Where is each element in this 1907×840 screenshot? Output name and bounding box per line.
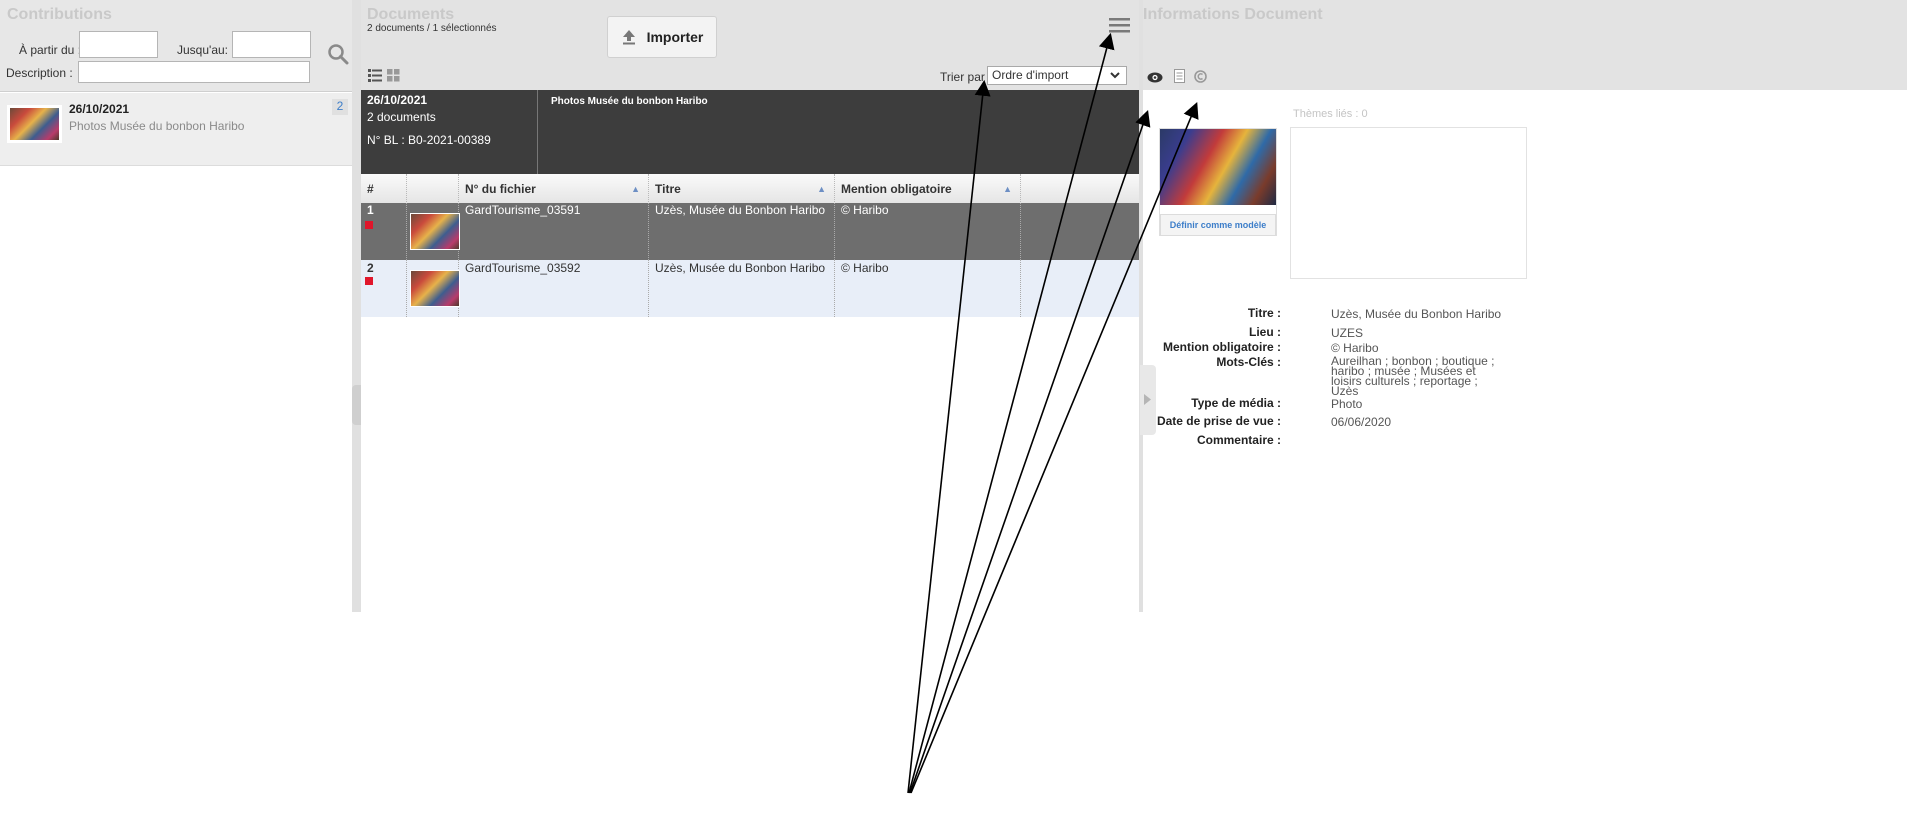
row-file-number: GardTourisme_03591 (459, 203, 649, 260)
contribution-count-badge: 2 (332, 99, 348, 115)
eye-icon[interactable] (1147, 72, 1163, 83)
col-header-title[interactable]: Titre ▲ (649, 174, 835, 204)
collapse-panel-tab[interactable] (1140, 365, 1156, 435)
documents-table-header: # N° du fichier ▲ Titre ▲ Mention obliga… (361, 174, 1139, 204)
chevron-right-icon (1144, 394, 1151, 405)
contribution-thumbnail (7, 105, 62, 143)
import-button-label: Importer (646, 29, 704, 45)
row-mention: © Haribo (835, 260, 1021, 317)
row-thumbnail (410, 270, 460, 307)
left-splitter[interactable] (352, 0, 361, 612)
sort-icon[interactable]: ▲ (631, 174, 640, 204)
info-field-key: Mention obligatoire : (1163, 340, 1281, 354)
summary-bl-number: N° BL : B0-2021-00389 (367, 133, 491, 147)
chevron-down-icon (1110, 72, 1120, 79)
info-field-key: Commentaire : (1196, 433, 1281, 447)
summary-date: 26/10/2021 (367, 93, 428, 107)
menu-icon[interactable] (1109, 17, 1131, 33)
set-as-model-button[interactable]: Définir comme modèle (1160, 214, 1276, 236)
upload-icon (622, 30, 635, 45)
col-header-mention[interactable]: Mention obligatoire ▲ (835, 174, 1021, 204)
search-icon[interactable] (327, 43, 349, 65)
info-field-value: UZES (1331, 326, 1364, 340)
row-number: 1 (361, 203, 407, 260)
info-field-value: Uzès, Musée du Bonbon Haribo (1331, 307, 1502, 321)
import-button[interactable]: Importer (607, 16, 717, 58)
row-mention: © Haribo (835, 203, 1021, 260)
info-field-value: 06/06/2020 (1331, 415, 1392, 429)
row-title: Uzès, Musée du Bonbon Haribo (649, 203, 835, 260)
linked-themes-label: Thèmes liés : 0 (1293, 108, 1368, 120)
sort-select[interactable]: Ordre d'import (987, 66, 1127, 85)
linked-themes-box (1290, 127, 1527, 279)
right-splitter[interactable] (1139, 0, 1143, 612)
status-flag (365, 277, 373, 285)
summary-count: 2 documents (367, 110, 436, 124)
document-batch-summary[interactable] (361, 90, 1139, 174)
row-title: Uzès, Musée du Bonbon Haribo (649, 260, 835, 317)
contributions-title: Contributions (7, 6, 112, 23)
to-date-label: Jusqu'au: (177, 43, 228, 57)
left-splitter-handle[interactable] (352, 385, 361, 425)
info-field-key: Mots-Clés : (1216, 355, 1281, 369)
table-row[interactable]: 2 GardTourisme_03592 Uzès, Musée du Bonb… (361, 260, 1139, 317)
list-view-icon[interactable] (368, 69, 382, 82)
info-field-key: Date de prise de vue : (1156, 414, 1281, 428)
contribution-date: 26/10/2021 (69, 102, 130, 116)
description-label: Description : (6, 66, 73, 80)
row-thumbnail-cell (407, 260, 460, 317)
from-date-input[interactable] (79, 31, 158, 58)
sort-icon[interactable]: ▲ (817, 174, 826, 204)
contribution-subtitle: Photos Musée du bonbon Haribo (69, 119, 245, 133)
info-field-key: Type de média : (1191, 396, 1281, 410)
col-header-mention-label: Mention obligatoire (841, 182, 952, 196)
info-field-value: Photo (1331, 397, 1363, 411)
row-thumbnail-cell (407, 203, 460, 260)
row-file-number: GardTourisme_03592 (459, 260, 649, 317)
document-preview-image[interactable] (1160, 129, 1276, 205)
col-header-number[interactable]: # (361, 174, 407, 204)
info-field-value: © Haribo (1331, 341, 1379, 355)
description-input[interactable] (78, 61, 310, 83)
sort-label: Trier par (940, 70, 985, 84)
grid-view-icon[interactable] (387, 69, 400, 82)
sort-icon[interactable]: ▲ (1003, 174, 1012, 204)
summary-title: Photos Musée du bonbon Haribo (551, 96, 708, 107)
info-title: Informations Document (1143, 6, 1323, 23)
document-icon[interactable] (1174, 69, 1185, 83)
info-field-key: Titre : (1247, 306, 1281, 320)
col-header-file-number[interactable]: N° du fichier ▲ (459, 174, 649, 204)
to-date-input[interactable] (232, 31, 311, 58)
documents-subtitle: 2 documents / 1 sélectionnés (367, 23, 497, 34)
status-flag (365, 221, 373, 229)
info-field-value: Aureilhan ; bonbon ; boutique ; haribo ;… (1331, 354, 1495, 398)
row-thumbnail (410, 213, 460, 250)
col-header-file-number-label: N° du fichier (465, 182, 536, 196)
col-header-title-label: Titre (655, 182, 681, 196)
documents-title: Documents (367, 6, 455, 23)
row-number: 2 (361, 260, 407, 317)
info-field-key: Lieu : (1249, 325, 1281, 339)
sort-select-value: Ordre d'import (992, 68, 1069, 82)
copyright-icon[interactable] (1194, 70, 1207, 83)
table-row[interactable]: 1 GardTourisme_03591 Uzès, Musée du Bonb… (361, 203, 1139, 260)
from-date-label: À partir du : (19, 43, 82, 57)
summary-divider (537, 90, 538, 174)
col-header-thumbnail (407, 174, 459, 204)
